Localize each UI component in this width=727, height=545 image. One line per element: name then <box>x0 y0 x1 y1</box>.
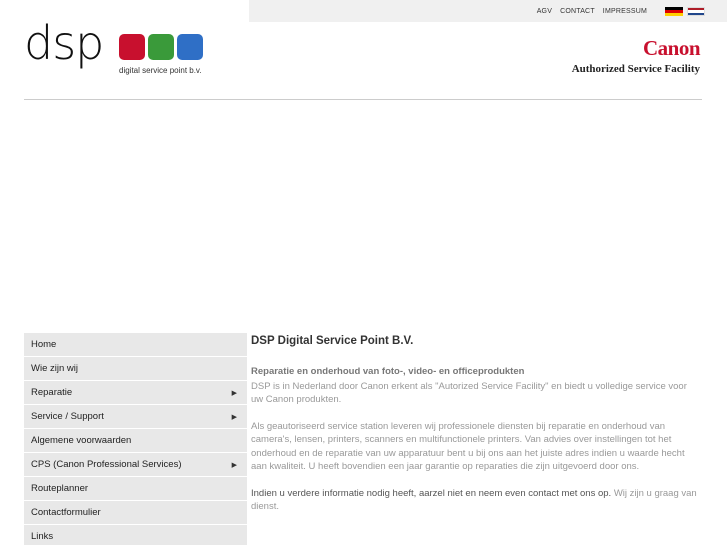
sidebar-menu: Home Wie zijn wij Reparatie ▶ Service / S… <box>24 333 247 545</box>
contact-text: Indien u verdere informatie nodig heeft,… <box>251 487 612 499</box>
canon-logo: Canon <box>642 36 701 60</box>
sidebar-item-cps[interactable]: CPS (Canon Professional Services) ▶ <box>24 453 247 477</box>
logo-subtitle: digital service point b.v. <box>119 66 202 75</box>
logo-square-blue <box>177 34 203 60</box>
sidebar-item-label: Routeplanner <box>31 483 89 494</box>
sidebar-item-reparatie[interactable]: Reparatie ▶ <box>24 381 247 405</box>
contact-paragraph: Indien u verdere informatie nodig heeft,… <box>251 487 701 514</box>
sidebar-item-home[interactable]: Home <box>24 333 247 357</box>
sidebar-item-wie-zijn-wij[interactable]: Wie zijn wij <box>24 357 247 381</box>
canon-tagline: Authorized Service Facility <box>571 63 700 75</box>
sidebar-item-label: Home <box>31 339 57 350</box>
top-bar: AGV CONTACT IMPRESSUM <box>249 0 727 22</box>
chevron-right-icon: ▶ <box>231 389 237 397</box>
german-flag-icon[interactable] <box>665 7 683 16</box>
top-link-contact[interactable]: CONTACT <box>560 8 595 15</box>
chevron-right-icon: ▶ <box>231 413 237 421</box>
logo-square-red <box>119 34 145 60</box>
sidebar-item-contactformulier[interactable]: Contactformulier <box>24 501 247 525</box>
sidebar-item-label: Links <box>31 531 54 542</box>
logo-squares <box>119 34 203 60</box>
sidebar-item-label: Contactformulier <box>31 507 101 518</box>
sidebar-item-links[interactable]: Links <box>24 525 247 545</box>
top-nav: AGV CONTACT IMPRESSUM <box>537 7 705 16</box>
intro-paragraph: DSP is in Nederland door Canon erkent al… <box>251 380 687 406</box>
main-content: DSP Digital Service Point B.V. Reparatie… <box>251 334 701 527</box>
sidebar-item-label: Service / Support <box>31 411 104 422</box>
header-divider <box>24 99 702 100</box>
sidebar-item-label: Algemene voorwaarden <box>31 435 132 446</box>
canon-partner-badge: Canon Authorized Service Facility <box>571 36 701 76</box>
sidebar-item-label: CPS (Canon Professional Services) <box>31 459 182 470</box>
top-link-impressum[interactable]: IMPRESSUM <box>603 8 647 15</box>
chevron-right-icon: ▶ <box>231 461 237 469</box>
sidebar-item-algemene-voorwaarden[interactable]: Algemene voorwaarden <box>24 429 247 453</box>
sidebar-item-routeplanner[interactable]: Routeplanner <box>24 477 247 501</box>
logo-wordmark: dsp <box>24 16 104 70</box>
logo-square-green <box>148 34 174 60</box>
sidebar-item-label: Reparatie <box>31 387 73 398</box>
sidebar-item-label: Wie zijn wij <box>31 363 78 374</box>
dsp-logo[interactable]: dsp digital service point b.v. <box>24 20 214 79</box>
page-title: DSP Digital Service Point B.V. <box>251 335 414 347</box>
services-paragraph: Als geautoriseerd service station levere… <box>251 420 685 473</box>
top-link-agv[interactable]: AGV <box>537 8 552 15</box>
language-flags <box>665 7 705 16</box>
dutch-flag-icon[interactable] <box>687 7 705 16</box>
section-subtitle: Reparatie en onderhoud van foto-, video-… <box>251 366 525 377</box>
sidebar-item-service-support[interactable]: Service / Support ▶ <box>24 405 247 429</box>
